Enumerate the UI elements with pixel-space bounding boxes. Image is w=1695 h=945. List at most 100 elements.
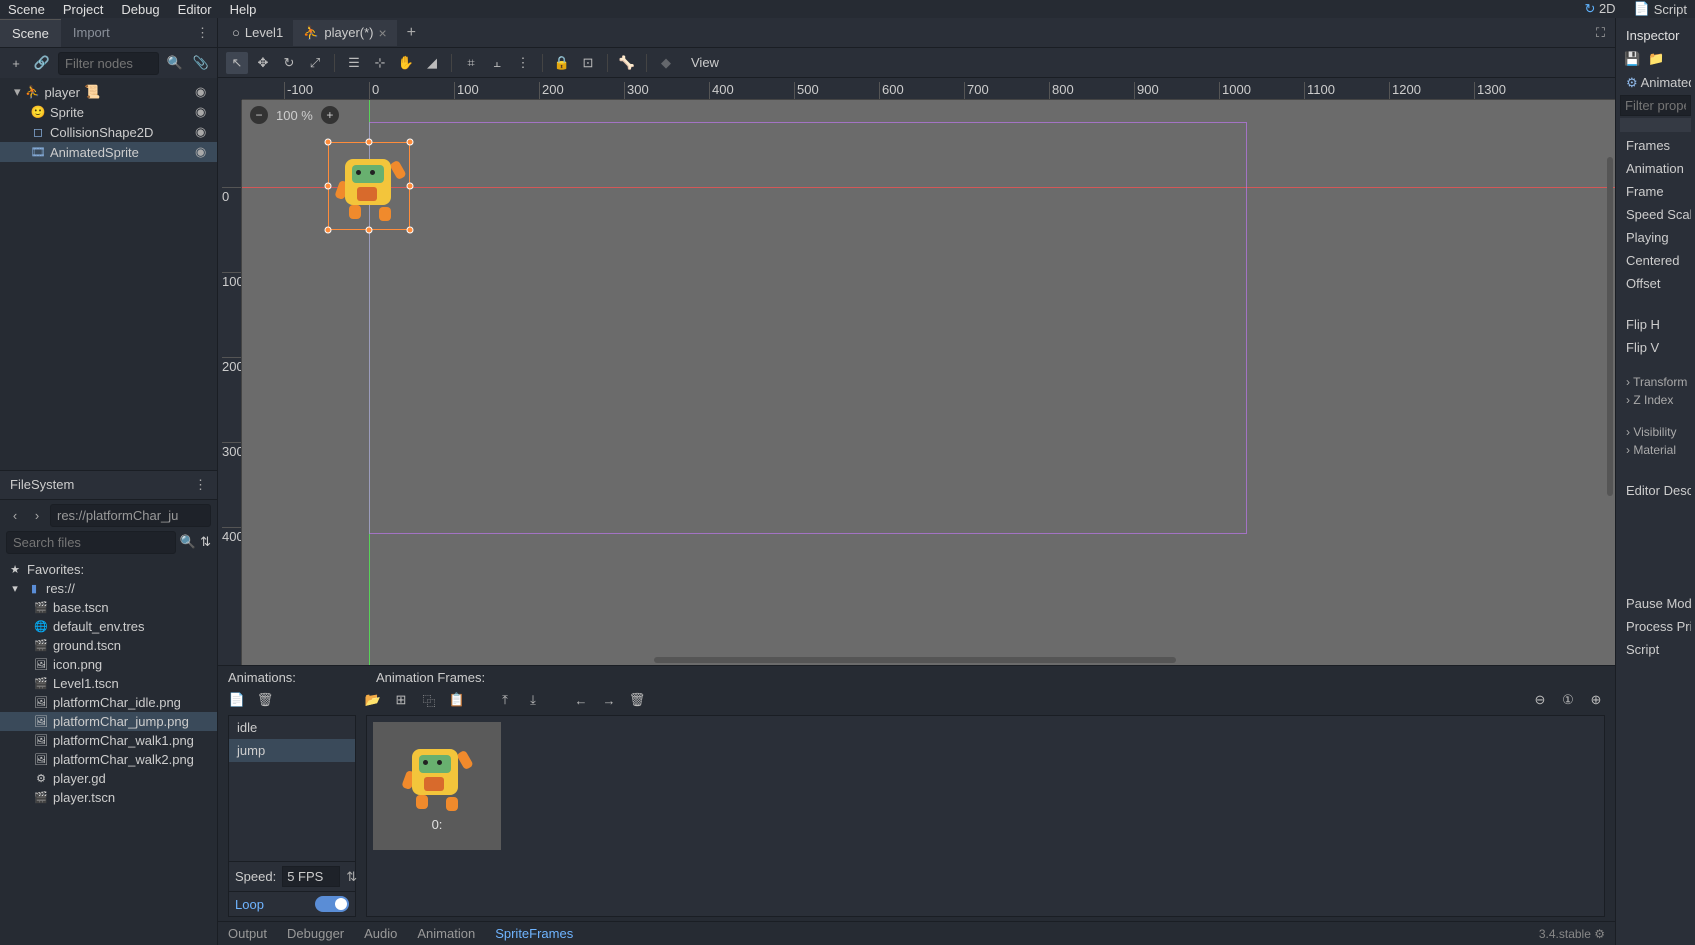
rotate-tool-icon[interactable]: ↻ <box>278 52 300 74</box>
pause-mode[interactable]: Pause Mode <box>1620 592 1691 615</box>
script-property[interactable]: Script <box>1620 638 1691 661</box>
menu-editor[interactable]: Editor <box>178 2 212 17</box>
add-tab-icon[interactable]: + <box>397 24 426 42</box>
bottom-tab-spriteframes[interactable]: SpriteFrames <box>495 926 573 941</box>
speed-spinner-icon[interactable]: ⇅ <box>346 869 357 885</box>
fs-forward-icon[interactable]: › <box>28 508 46 523</box>
fs-search-input[interactable] <box>6 531 176 554</box>
group-transform[interactable]: › Transform <box>1620 373 1691 391</box>
fs-file-icon-png[interactable]: 🖼icon.png <box>0 655 217 674</box>
scene-panel-menu[interactable]: ⋮ <box>188 25 217 41</box>
fs-file-platformchar_idle-png[interactable]: 🖼platformChar_idle.png <box>0 693 217 712</box>
prop-frame[interactable]: Frame <box>1620 180 1691 203</box>
zoom-in-frames-icon[interactable]: ⊕ <box>1587 691 1605 709</box>
fs-search-icon[interactable]: 🔍 <box>180 534 196 550</box>
vertical-scrollbar[interactable] <box>1607 157 1613 496</box>
tree-node-animatedsprite[interactable]: 🎞AnimatedSprite◉ <box>0 142 217 162</box>
menu-scene[interactable]: Scene <box>8 2 45 17</box>
fs-file-player-gd[interactable]: ⚙player.gd <box>0 769 217 788</box>
menu-project[interactable]: Project <box>63 2 103 17</box>
viewport[interactable]: -100010020030040050060070080090010001100… <box>218 78 1615 665</box>
snap-tool-icon[interactable]: ⌗ <box>460 52 482 74</box>
insert-before-icon[interactable]: ⤒ <box>496 691 514 709</box>
delete-anim-icon[interactable]: 🗑 <box>256 691 274 709</box>
grid-frame-icon[interactable]: ⊞ <box>392 691 410 709</box>
bottom-tab-debugger[interactable]: Debugger <box>287 926 344 941</box>
paste-frame-icon[interactable]: 📋 <box>448 691 466 709</box>
lock-icon[interactable]: 🔒 <box>551 52 573 74</box>
tree-node-collisionshape2d[interactable]: ◻CollisionShape2D◉ <box>0 122 217 142</box>
handle-e[interactable] <box>407 183 414 190</box>
add-node-icon[interactable]: + <box>6 53 26 73</box>
anim-key-icon[interactable]: ◆ <box>655 52 677 74</box>
snap-menu-icon[interactable]: ⋮ <box>512 52 534 74</box>
filesystem-menu[interactable]: ⋮ <box>194 477 207 493</box>
snap-config-icon[interactable]: ⫠ <box>486 52 508 74</box>
group-visibility[interactable]: › Visibility <box>1620 423 1691 441</box>
fs-root[interactable]: ▾ ▮ res:// <box>0 579 217 598</box>
animation-jump[interactable]: jump <box>229 739 355 762</box>
bottom-tab-audio[interactable]: Audio <box>364 926 397 941</box>
move-right-icon[interactable]: → <box>600 691 618 709</box>
move-tool-icon[interactable]: ✥ <box>252 52 274 74</box>
inspector-folder-icon[interactable]: 📁 <box>1648 51 1664 67</box>
new-anim-icon[interactable]: 📄 <box>228 691 246 709</box>
insert-after-icon[interactable]: ⤓ <box>524 691 542 709</box>
prop-frames[interactable]: Frames <box>1620 134 1691 157</box>
handle-w[interactable] <box>325 183 332 190</box>
group-material[interactable]: › Material <box>1620 441 1691 459</box>
menu-debug[interactable]: Debug <box>121 2 159 17</box>
editor-description[interactable]: Editor Description <box>1620 479 1691 502</box>
ruler-tool-icon[interactable]: ◢ <box>421 52 443 74</box>
fs-path-input[interactable] <box>50 504 211 527</box>
handle-ne[interactable] <box>407 139 414 146</box>
load-frame-icon[interactable]: 📂 <box>364 691 382 709</box>
fs-file-level1-tscn[interactable]: 🎬Level1.tscn <box>0 674 217 693</box>
visibility-icon[interactable]: ◉ <box>195 104 211 120</box>
handle-nw[interactable] <box>325 139 332 146</box>
handle-n[interactable] <box>366 139 373 146</box>
tree-node-player[interactable]: ▾⛹player📜◉ <box>0 82 217 102</box>
expand-icon[interactable]: ⛶ <box>1586 25 1615 41</box>
tab-import[interactable]: Import <box>61 19 122 46</box>
prop-animation[interactable]: Animation <box>1620 157 1691 180</box>
fs-back-icon[interactable]: ‹ <box>6 508 24 523</box>
prop-centered[interactable]: Centered <box>1620 249 1691 272</box>
search-icon[interactable]: 🔍 <box>165 53 185 73</box>
inspector-filter-input[interactable] <box>1620 95 1691 116</box>
scale-tool-icon[interactable]: ⤢ <box>304 52 326 74</box>
doc-tab-level1[interactable]: ○ Level1 <box>222 20 293 45</box>
handle-sw[interactable] <box>325 227 332 234</box>
zoom-reset-frames-icon[interactable]: ① <box>1559 691 1577 709</box>
fs-file-base-tscn[interactable]: 🎬base.tscn <box>0 598 217 617</box>
prop-playing[interactable]: Playing <box>1620 226 1691 249</box>
prop-flip-v[interactable]: Flip V <box>1620 336 1691 359</box>
zoom-out-icon[interactable]: − <box>250 106 268 124</box>
inspector-save-icon[interactable]: 💾 <box>1624 51 1640 67</box>
pan-tool-icon[interactable]: ✋ <box>395 52 417 74</box>
pivot-tool-icon[interactable]: ⊹ <box>369 52 391 74</box>
copy-frame-icon[interactable]: ⿻ <box>420 691 438 709</box>
move-left-icon[interactable]: ← <box>572 691 590 709</box>
mode-script[interactable]: 📄 Script <box>1634 1 1687 17</box>
script-attach-icon[interactable]: 📎 <box>191 53 211 73</box>
view-menu[interactable]: View <box>681 53 729 72</box>
canvas[interactable]: − 100 % + <box>242 100 1615 665</box>
fs-file-ground-tscn[interactable]: 🎬ground.tscn <box>0 636 217 655</box>
animation-idle[interactable]: idle <box>229 716 355 739</box>
bone-icon[interactable]: 🦴 <box>616 52 638 74</box>
delete-frame-icon[interactable]: 🗑 <box>628 691 646 709</box>
prop-speed-scale[interactable]: Speed Scale <box>1620 203 1691 226</box>
handle-s[interactable] <box>366 227 373 234</box>
visibility-icon[interactable]: ◉ <box>195 84 211 100</box>
bottom-tab-animation[interactable]: Animation <box>417 926 475 941</box>
tree-node-sprite[interactable]: 🙂Sprite◉ <box>0 102 217 122</box>
fs-file-platformchar_walk1-png[interactable]: 🖼platformChar_walk1.png <box>0 731 217 750</box>
loop-toggle[interactable] <box>315 896 349 912</box>
speed-input[interactable] <box>282 866 340 887</box>
menu-help[interactable]: Help <box>230 2 257 17</box>
close-tab-icon[interactable]: × <box>378 25 386 41</box>
fs-favorites[interactable]: ★ Favorites: <box>0 560 217 579</box>
frames-area[interactable]: 0: <box>366 715 1605 917</box>
selection-box[interactable] <box>328 142 410 230</box>
